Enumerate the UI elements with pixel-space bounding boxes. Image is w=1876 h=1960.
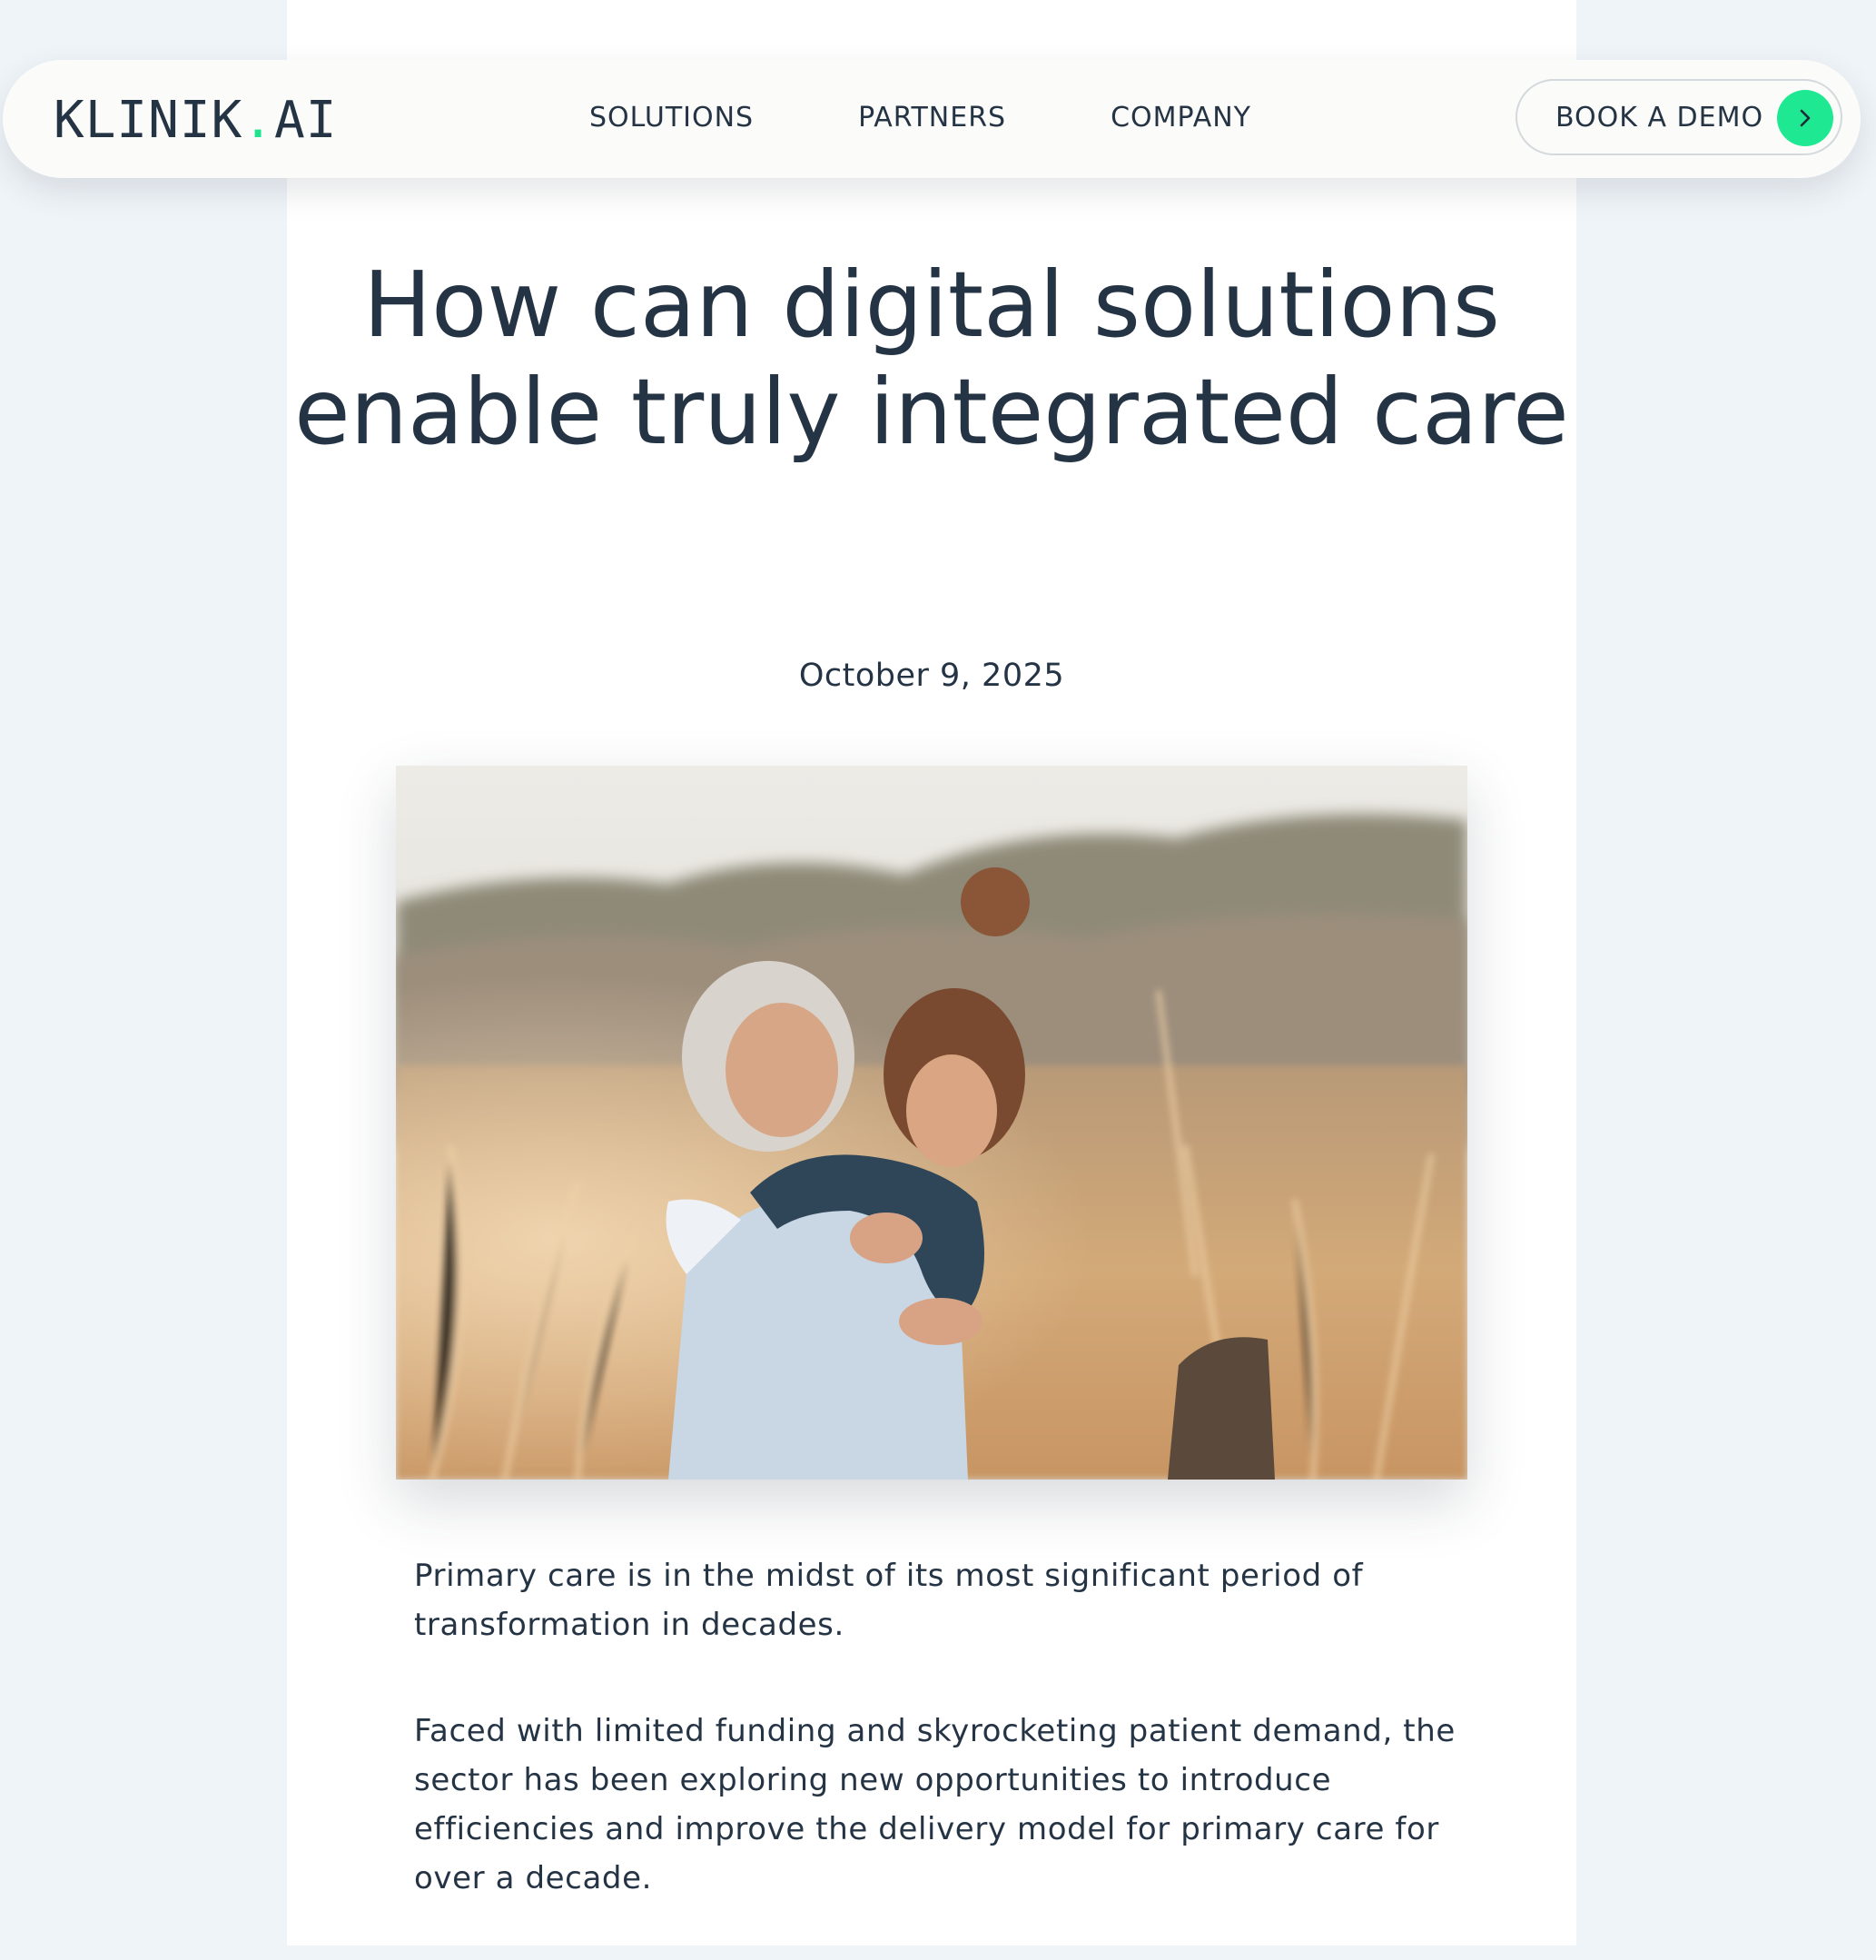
book-demo-label: BOOK A DEMO: [1555, 102, 1764, 134]
article-paragraph: Faced with limited funding and skyrocket…: [414, 1713, 1456, 1896]
book-demo-button[interactable]: BOOK A DEMO: [1516, 79, 1842, 155]
nav-link-partners[interactable]: PARTNERS: [858, 102, 1006, 134]
hero-photo-illustration: [396, 766, 1467, 1480]
article-paragraph: Primary care is in the midst of its most…: [414, 1558, 1364, 1643]
article-title: How can digital solutions enable truly i…: [294, 252, 1569, 465]
article-hero-image: [396, 766, 1467, 1480]
logo-dot: .: [242, 91, 275, 150]
logo-text-main: KLINIK: [54, 91, 243, 150]
nav-link-solutions[interactable]: SOLUTIONS: [589, 102, 754, 134]
klinik-logo[interactable]: KLINIK.AI: [54, 94, 337, 148]
chevron-right-icon: [1777, 90, 1833, 146]
top-navbar: KLINIK.AI SOLUTIONS PARTNERS COMPANY BOO…: [3, 60, 1861, 178]
nav-link-company[interactable]: COMPANY: [1111, 102, 1251, 134]
main-nav: SOLUTIONS PARTNERS COMPANY: [589, 102, 1251, 134]
article-date: October 9, 2025: [798, 658, 1065, 694]
article-body: Primary care is in the midst of its most…: [414, 1551, 1458, 1960]
logo-text-suffix: AI: [274, 91, 338, 150]
